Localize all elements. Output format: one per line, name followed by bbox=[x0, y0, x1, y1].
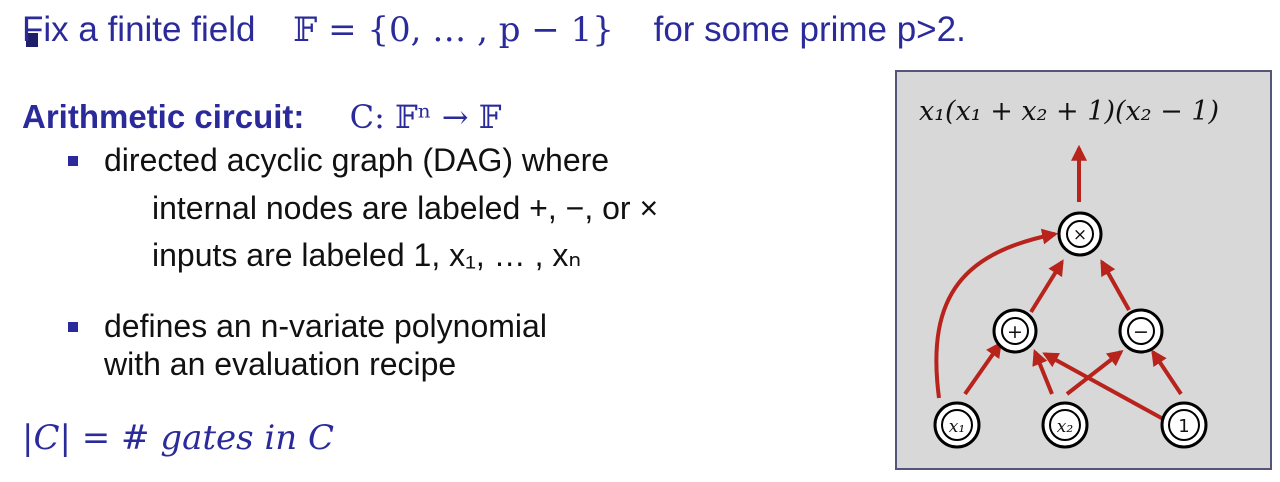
circuit-graph: × + − x₁ x₂ 1 bbox=[933, 144, 1208, 449]
node-one-label: 1 bbox=[1178, 416, 1189, 437]
circuit-heading: Arithmetic circuit: C: 𝔽ⁿ → 𝔽 bbox=[22, 98, 501, 136]
bullet-marker bbox=[68, 322, 78, 332]
node-x1-label: x₁ bbox=[949, 417, 965, 437]
edge-minus-to-mult bbox=[1100, 259, 1131, 311]
heading-label: Arithmetic circuit bbox=[22, 98, 294, 135]
node-x2-label: x₂ bbox=[1057, 417, 1074, 437]
edge-x1-to-plus bbox=[963, 341, 1002, 396]
bullet-marker bbox=[68, 156, 78, 166]
node-plus-label: + bbox=[1007, 321, 1023, 343]
heading-math: C: 𝔽ⁿ → 𝔽 bbox=[349, 98, 502, 136]
circuit-diagram-panel: x₁(x₁ + x₂ + 1)(x₂ − 1) × + − x₁ x₂ 1 bbox=[895, 70, 1272, 470]
node-minus-label: − bbox=[1133, 321, 1149, 343]
bullet-1-line-2: internal nodes are labeled +, −, or × bbox=[152, 190, 659, 226]
node-mult-label: × bbox=[1073, 225, 1087, 245]
bullet-2-line-1: defines an n-variate polynomial bbox=[104, 308, 547, 344]
field-text: Fix a finite field bbox=[22, 10, 256, 49]
field-definition-line: Fix a finite field 𝔽 = {0, … , p − 1} fo… bbox=[22, 10, 966, 50]
bullet-1-line-1: directed acyclic graph (DAG) where bbox=[104, 142, 610, 178]
edge-one-to-minus bbox=[1151, 349, 1183, 396]
circuit-size-line: |C| = # gates in C bbox=[22, 418, 334, 458]
bullet-1-line-3: inputs are labeled 1, x₁, … , xₙ bbox=[152, 237, 582, 273]
edge-plus-to-mult bbox=[1029, 259, 1064, 314]
bullet-2-line-2: with an evaluation recipe bbox=[104, 346, 457, 382]
heading-colon: : bbox=[293, 98, 305, 135]
edge-x2-to-minus bbox=[1065, 350, 1124, 396]
prime-text: for some prime p>2. bbox=[653, 10, 966, 49]
edge-x1-to-mult bbox=[934, 228, 1059, 399]
field-math: 𝔽 = {0, … , p − 1} bbox=[293, 10, 614, 50]
